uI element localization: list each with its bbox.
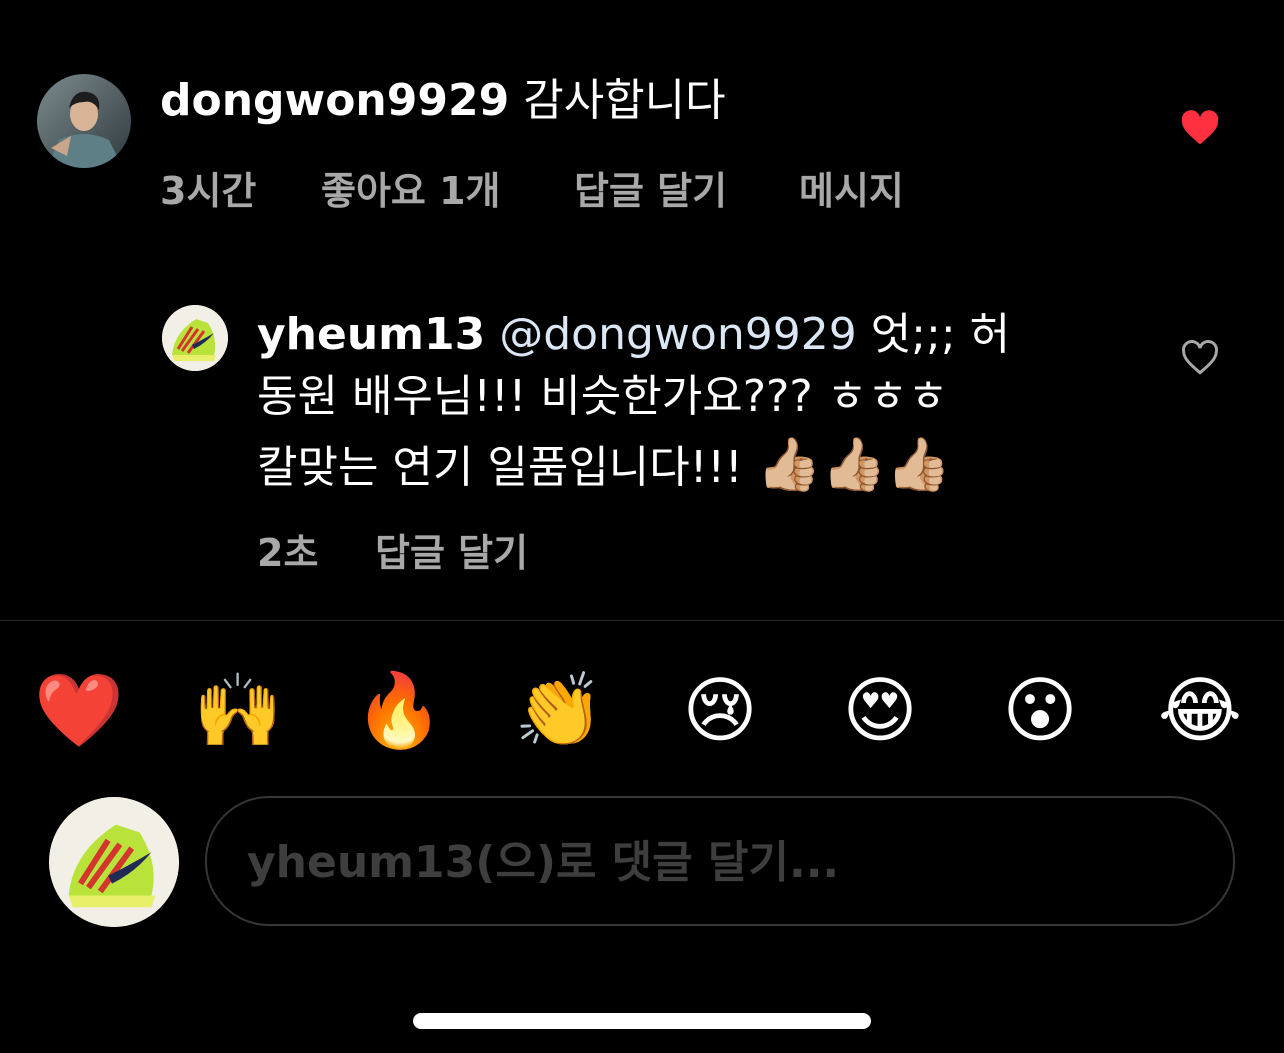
heart-outline-icon xyxy=(1182,340,1218,375)
sneaker-icon xyxy=(49,797,179,927)
comment-reply-button[interactable]: 답글 달기 xyxy=(574,160,727,215)
reply-line-2: 동원 배우님!!! 비슷한가요??? ㅎㅎㅎ xyxy=(257,371,949,422)
comment-composer[interactable] xyxy=(205,796,1235,926)
comment-text: dongwon9929 감사합니다 xyxy=(160,66,726,136)
comment-username[interactable]: dongwon9929 xyxy=(160,75,509,126)
reaction-surprised-button[interactable]: 😮 xyxy=(995,665,1085,755)
reply-username[interactable]: yheum13 xyxy=(257,309,485,360)
comment-time: 3시간 xyxy=(160,169,257,213)
reply-reply-button[interactable]: 답글 달기 xyxy=(375,522,528,577)
heart-filled-icon xyxy=(1181,110,1219,145)
comment-input[interactable] xyxy=(245,798,1189,926)
thumbs-up-emoji-icon: 👍🏼👍🏼👍🏼 xyxy=(756,435,951,495)
reply-body-1: 엇;;; 허 xyxy=(870,309,1011,360)
reply-line-1: yheum13 @dongwon9929 엇;;; 허 xyxy=(257,300,1010,370)
reaction-heart-button[interactable]: ❤️ xyxy=(34,665,124,755)
reaction-raised-hands-button[interactable]: 🙌 xyxy=(193,665,283,755)
sneaker-icon xyxy=(162,305,228,371)
reply-time: 2초 xyxy=(257,531,319,575)
comment-body: 감사합니다 xyxy=(523,75,726,126)
reply-like-button[interactable] xyxy=(1180,340,1220,376)
reaction-fire-button[interactable]: 🔥 xyxy=(354,665,444,755)
reply-avatar[interactable] xyxy=(162,305,228,371)
home-indicator[interactable] xyxy=(413,1013,871,1029)
comment-like-button[interactable] xyxy=(1180,110,1220,146)
reply-body-3: 칼맞는 연기 일품입니다!!! xyxy=(257,442,743,493)
person-photo-icon xyxy=(37,74,131,168)
composer-avatar xyxy=(49,797,179,927)
reaction-laughing-button[interactable]: 😂 xyxy=(1155,665,1245,755)
reply-line-3: 칼맞는 연기 일품입니다!!! 👍🏼👍🏼👍🏼 xyxy=(257,430,951,503)
reaction-heart-eyes-button[interactable]: 😍 xyxy=(835,665,925,755)
reply-mention-link[interactable]: @dongwon9929 xyxy=(499,309,856,360)
comment-likes-count[interactable]: 좋아요 1개 xyxy=(321,160,501,215)
reaction-clap-button[interactable]: 👏 xyxy=(514,665,604,755)
divider xyxy=(0,620,1284,621)
comment-avatar[interactable] xyxy=(37,74,131,168)
reaction-crying-button[interactable]: 😢 xyxy=(675,665,765,755)
comment-message-button[interactable]: 메시지 xyxy=(799,160,904,215)
